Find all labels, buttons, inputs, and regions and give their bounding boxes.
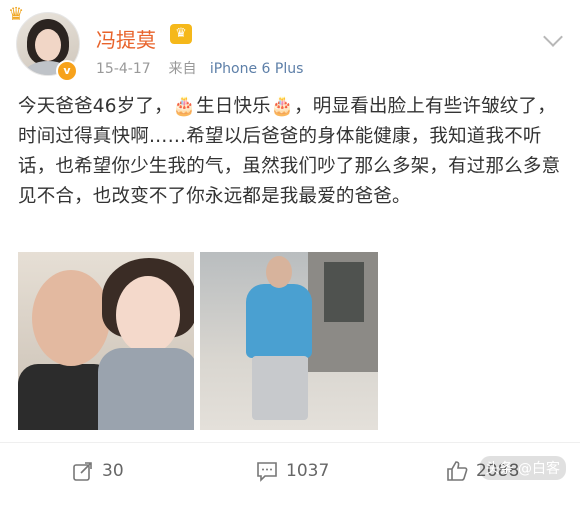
photo-street[interactable] <box>200 252 378 430</box>
divider <box>0 442 580 443</box>
photo-selfie[interactable] <box>18 252 194 430</box>
post-date: 15-4-17 <box>96 61 151 77</box>
post-text: 今天爸爸46岁了，🎂生日快乐🎂，明显看出脸上有些许皱纹了，时间过得真快啊……希望… <box>18 96 561 207</box>
watermark: 头条 @白客 <box>479 456 566 480</box>
like-icon <box>447 461 468 481</box>
comment-count: 1037 <box>286 461 330 481</box>
device-link[interactable]: iPhone 6 Plus <box>210 61 304 77</box>
comment-button[interactable]: 1037 <box>256 460 329 482</box>
repost-count: 30 <box>102 461 124 481</box>
avatar-face <box>35 29 61 61</box>
comment-icon <box>257 462 277 482</box>
member-icon[interactable]: ♛ <box>170 24 192 44</box>
crown-icon: ♛ <box>8 4 25 25</box>
source-prefix: 来自 <box>168 61 197 77</box>
post-header: ♛ v 冯提莫 ♛ 15-4-17 来自 iPhone 6 Plus <box>0 0 580 90</box>
repost-button[interactable]: 30 <box>72 460 124 482</box>
photo-person-man-standing <box>246 284 312 358</box>
chevron-down-icon[interactable] <box>543 27 563 47</box>
verified-badge: v <box>56 60 78 82</box>
post-meta: 15-4-17 来自 iPhone 6 Plus <box>96 58 303 78</box>
username[interactable]: 冯提莫 <box>96 24 156 53</box>
repost-icon <box>73 462 92 481</box>
